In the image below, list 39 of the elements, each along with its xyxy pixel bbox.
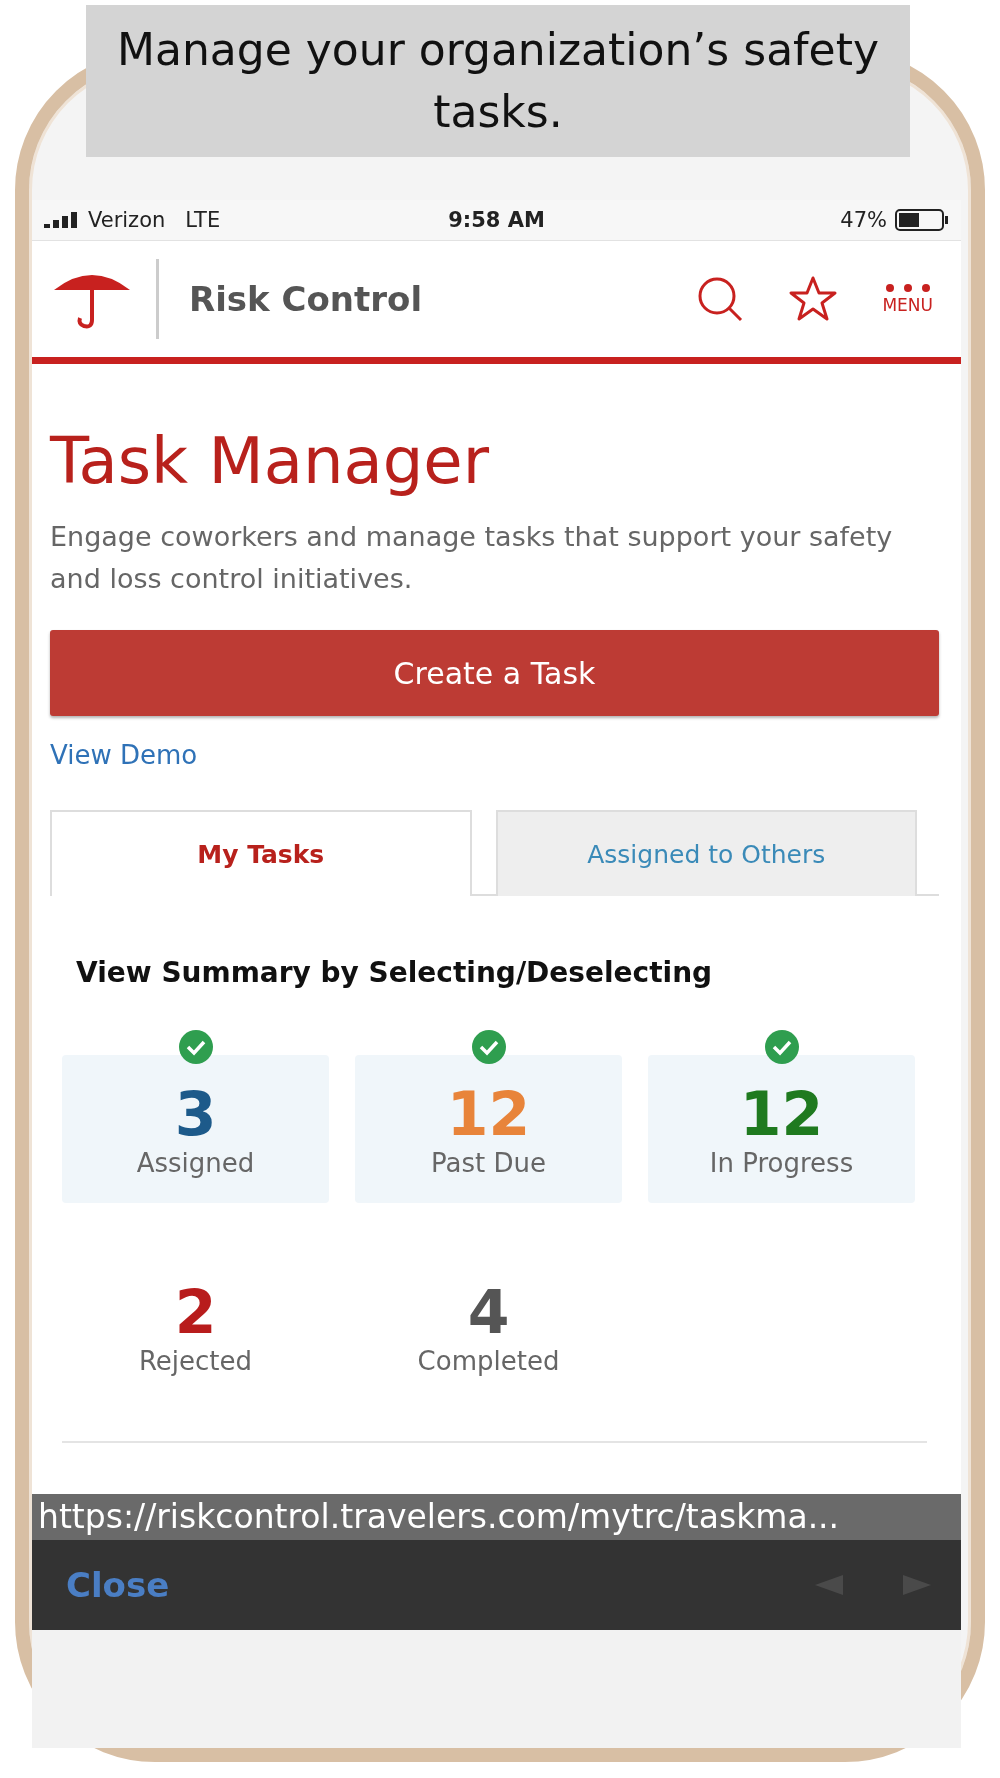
- signal-icon: [44, 212, 80, 228]
- dots-icon: [883, 283, 932, 293]
- tile-label: In Progress: [709, 1148, 854, 1178]
- tab[interactable]: Assigned to Others: [495, 810, 917, 896]
- task-count: 12: [739, 1080, 824, 1148]
- create-task-button[interactable]: Create a Task: [50, 630, 939, 716]
- check-icon: [470, 1029, 507, 1065]
- menu-button[interactable]: MENU: [882, 283, 933, 315]
- app-title: Risk Control: [189, 279, 424, 319]
- tile-label: Assigned: [136, 1148, 255, 1178]
- page-title: Task Manager: [50, 423, 490, 498]
- url-bar: https://riskcontrol.travelers.com/mytrc/taskma...: [32, 1494, 961, 1540]
- battery-icon: [895, 209, 949, 231]
- summary-tile[interactable]: 12 In Progress: [648, 1055, 915, 1203]
- page-description: Engage coworkers and manage tasks that support your safety and loss control initiatives.: [50, 520, 894, 596]
- tile-label: Past Due: [431, 1148, 546, 1178]
- network-type: LTE: [185, 208, 221, 232]
- task-count: 3: [174, 1080, 217, 1148]
- tile-label: Rejected: [138, 1346, 253, 1376]
- summary-tile[interactable]: 3 Assigned: [62, 1055, 329, 1203]
- caption-banner: Manage your organization’s safety tasks.: [86, 5, 910, 157]
- carrier-name: Verizon: [88, 208, 166, 232]
- close-button[interactable]: Close: [66, 1565, 755, 1605]
- summary-tile[interactable]: 12 Past Due: [355, 1055, 622, 1203]
- tile-label: Completed: [417, 1346, 560, 1376]
- tab[interactable]: My Tasks: [50, 810, 472, 896]
- view-demo-link[interactable]: View Demo: [50, 740, 198, 770]
- summary-tile[interactable]: 4 Completed: [355, 1253, 622, 1401]
- task-count: 12: [446, 1080, 531, 1148]
- check-icon: [763, 1029, 800, 1065]
- check-icon: [177, 1029, 214, 1065]
- summary-heading: View Summary by Selecting/Deselecting: [76, 956, 714, 989]
- task-count: 4: [467, 1278, 510, 1346]
- task-count: 2: [174, 1278, 217, 1346]
- clock: 9:58 AM: [448, 208, 545, 232]
- summary-tile[interactable]: 2 Rejected: [62, 1253, 329, 1401]
- battery-percent: 47%: [840, 208, 887, 232]
- favorites-button[interactable]: [788, 275, 839, 323]
- search-button[interactable]: [696, 275, 745, 323]
